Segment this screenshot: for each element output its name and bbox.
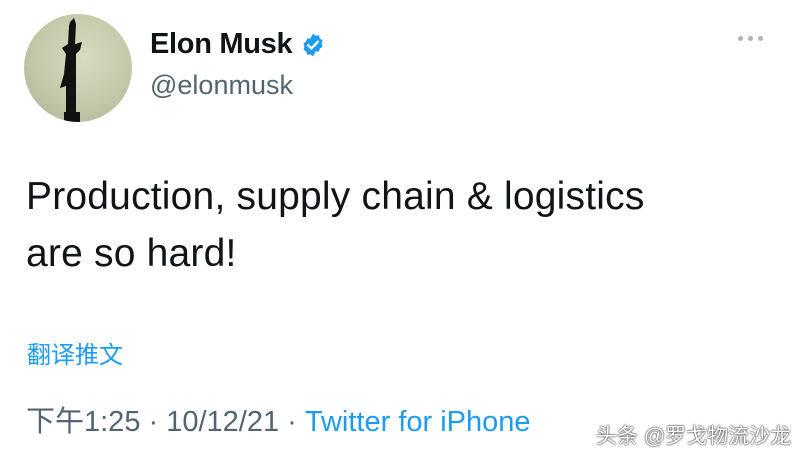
more-options-icon[interactable] xyxy=(738,36,763,41)
dot xyxy=(758,36,763,41)
translate-tweet-link[interactable]: 翻译推文 xyxy=(27,335,123,370)
watermark: 头条 @罗戈物流沙龙 xyxy=(596,425,792,448)
avatar[interactable] xyxy=(24,14,132,122)
timestamp[interactable]: 下午1:25 · 10/12/21 · xyxy=(26,406,305,438)
tweet-text-line: Production, supply chain & logistics xyxy=(26,175,645,218)
dot xyxy=(748,36,753,41)
user-handle[interactable]: @elonmusk xyxy=(150,70,293,101)
source-link[interactable]: Twitter for iPhone xyxy=(305,406,531,438)
verified-badge-icon xyxy=(303,33,323,56)
dot xyxy=(738,36,743,41)
display-name[interactable]: Elon Musk xyxy=(150,28,293,61)
tweet-text: Production, supply chain & logistics are… xyxy=(26,168,746,282)
tweet-text-line: are so hard! xyxy=(26,232,237,275)
tweet-card: Elon Musk @elonmusk Production, supply c… xyxy=(0,0,795,454)
rocket-icon xyxy=(60,18,82,122)
author-name-row: Elon Musk xyxy=(150,28,326,61)
tweet-metadata: 下午1:25 · 10/12/21 · Twitter for iPhone xyxy=(26,398,531,440)
